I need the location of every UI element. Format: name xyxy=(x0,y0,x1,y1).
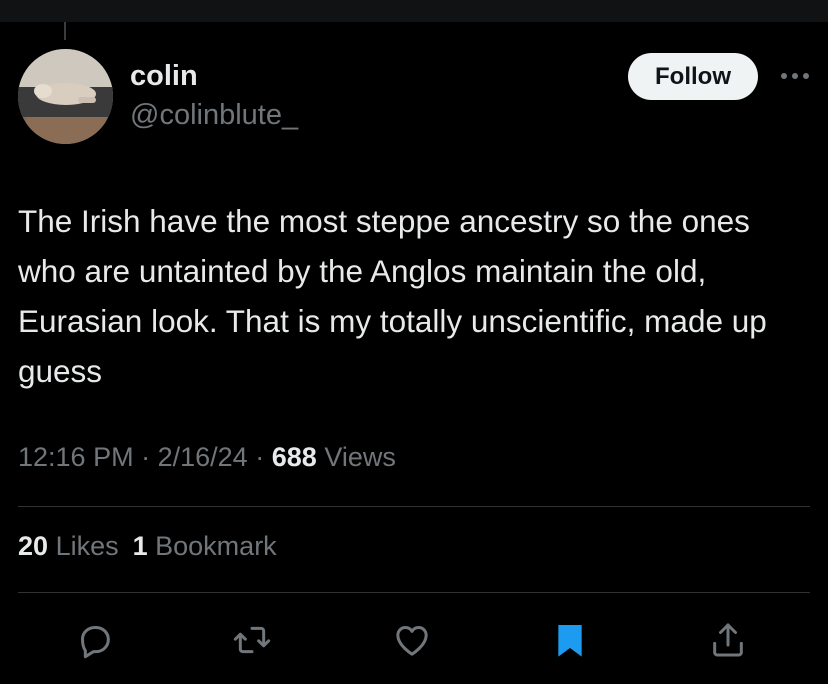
views-label: Views xyxy=(324,442,396,472)
bookmarks-label: Bookmark xyxy=(155,531,277,561)
tweet-meta: 12:16 PM · 2/16/24 · 688 Views xyxy=(18,442,396,473)
bookmarks-stat[interactable]: 1 Bookmark xyxy=(133,531,277,561)
follow-button[interactable]: Follow xyxy=(628,53,758,100)
likes-label: Likes xyxy=(55,531,119,561)
thread-connector-line xyxy=(64,22,66,40)
share-button[interactable] xyxy=(708,620,748,660)
likes-count: 20 xyxy=(18,531,49,561)
retweet-icon xyxy=(233,626,271,654)
views-count: 688 xyxy=(271,442,317,472)
divider xyxy=(18,592,810,593)
reply-button[interactable] xyxy=(75,620,115,660)
top-bar xyxy=(0,0,828,22)
likes-stat[interactable]: 20 Likes xyxy=(18,531,119,561)
avatar[interactable] xyxy=(18,49,113,144)
like-button[interactable] xyxy=(392,620,432,660)
retweet-button[interactable] xyxy=(232,620,272,660)
tweet-text: The Irish have the most steppe ancestry … xyxy=(18,203,767,389)
author-handle[interactable]: @colinblute_ xyxy=(130,99,298,132)
bookmark-button[interactable] xyxy=(550,620,590,660)
divider xyxy=(18,506,810,507)
meta-separator: · xyxy=(255,442,265,472)
bookmarks-count: 1 xyxy=(132,531,148,561)
meta-separator: · xyxy=(141,442,151,472)
author-name[interactable]: colin xyxy=(130,60,198,93)
like-icon xyxy=(396,626,428,656)
share-icon xyxy=(713,623,743,657)
tweet-time[interactable]: 12:16 PM xyxy=(18,442,134,472)
tweet-date[interactable]: 2/16/24 xyxy=(158,442,248,472)
more-options-button[interactable] xyxy=(772,61,820,91)
bookmark-icon xyxy=(558,625,582,657)
reply-icon xyxy=(81,626,110,659)
more-icon xyxy=(781,73,809,79)
engagement-stats: 20 Likes 1 Bookmark xyxy=(18,531,277,562)
